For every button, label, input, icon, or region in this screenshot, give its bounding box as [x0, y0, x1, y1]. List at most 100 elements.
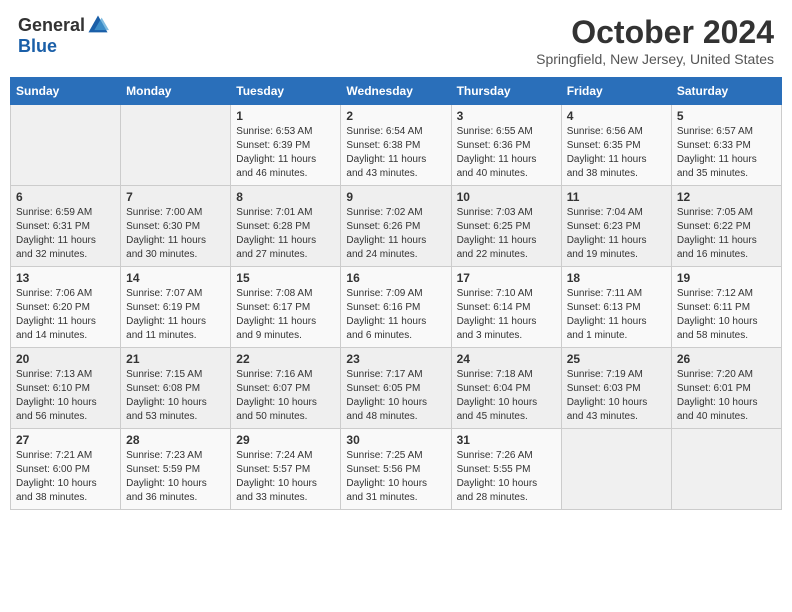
day-number: 16 — [346, 271, 445, 285]
calendar-week-row: 20Sunrise: 7:13 AM Sunset: 6:10 PM Dayli… — [11, 348, 782, 429]
day-info: Sunrise: 7:25 AM Sunset: 5:56 PM Dayligh… — [346, 449, 445, 505]
day-info: Sunrise: 7:09 AM Sunset: 6:16 PM Dayligh… — [346, 287, 445, 343]
day-number: 24 — [457, 352, 556, 366]
day-number: 14 — [126, 271, 225, 285]
calendar-week-row: 13 Sunrise: 7:06 AM Sunset: 6:20 PM Dayli… — [11, 267, 782, 348]
day-info: Sunrise: 7:08 AM Sunset: 6:17 PM Dayligh… — [236, 287, 335, 343]
day-info: Sunrise: 6:54 AM Sunset: 6:38 PM Dayligh… — [346, 125, 445, 181]
day-header-friday: Friday — [561, 78, 671, 105]
day-header-saturday: Saturday — [671, 78, 781, 105]
day-number: 1 — [236, 109, 335, 123]
calendar-cell — [121, 105, 231, 186]
calendar-cell: 31 Sunrise: 7:26 AM Sunset: 5:55 PM Dayli… — [451, 429, 561, 510]
day-number: 28 — [126, 433, 225, 447]
calendar-cell: 18 Sunrise: 7:11 AM Sunset: 6:13 PM Dayli… — [561, 267, 671, 348]
calendar-cell: 12 Sunrise: 7:05 AM Sunset: 6:22 PM Dayli… — [671, 186, 781, 267]
day-number: 23 — [346, 352, 445, 366]
day-info: Sunrise: 7:06 AM Sunset: 6:20 PM Dayligh… — [16, 287, 115, 343]
day-number: 4 — [567, 109, 666, 123]
day-info: Sunrise: 6:57 AM Sunset: 6:33 PM Dayligh… — [677, 125, 776, 181]
day-header-thursday: Thursday — [451, 78, 561, 105]
day-info: Sunrise: 7:24 AM Sunset: 5:57 PM Dayligh… — [236, 449, 335, 505]
day-number: 20 — [16, 352, 115, 366]
calendar-cell: 9Sunrise: 7:02 AM Sunset: 6:26 PM Daylig… — [341, 186, 451, 267]
day-number: 29 — [236, 433, 335, 447]
calendar-cell: 27 Sunrise: 7:21 AM Sunset: 6:00 PM Dayli… — [11, 429, 121, 510]
calendar-cell: 20Sunrise: 7:13 AM Sunset: 6:10 PM Dayli… — [11, 348, 121, 429]
title-section: October 2024 Springfield, New Jersey, Un… — [536, 14, 774, 67]
day-number: 11 — [567, 190, 666, 204]
logo-general-text: General — [18, 15, 85, 36]
calendar-cell: 1 Sunrise: 6:53 AM Sunset: 6:39 PM Daylig… — [231, 105, 341, 186]
calendar-cell: 6 Sunrise: 6:59 AM Sunset: 6:31 PM Daylig… — [11, 186, 121, 267]
day-number: 18 — [567, 271, 666, 285]
day-info: Sunrise: 7:01 AM Sunset: 6:28 PM Dayligh… — [236, 206, 335, 262]
day-number: 8 — [236, 190, 335, 204]
day-info: Sunrise: 7:10 AM Sunset: 6:14 PM Dayligh… — [457, 287, 556, 343]
calendar-cell: 11 Sunrise: 7:04 AM Sunset: 6:23 PM Dayli… — [561, 186, 671, 267]
day-header-monday: Monday — [121, 78, 231, 105]
month-title: October 2024 — [536, 14, 774, 51]
day-number: 6 — [16, 190, 115, 204]
calendar-cell: 16 Sunrise: 7:09 AM Sunset: 6:16 PM Dayli… — [341, 267, 451, 348]
calendar-cell: 4Sunrise: 6:56 AM Sunset: 6:35 PM Daylig… — [561, 105, 671, 186]
day-number: 27 — [16, 433, 115, 447]
calendar-cell: 24 Sunrise: 7:18 AM Sunset: 6:04 PM Dayli… — [451, 348, 561, 429]
day-info: Sunrise: 7:11 AM Sunset: 6:13 PM Dayligh… — [567, 287, 666, 343]
day-info: Sunrise: 7:16 AM Sunset: 6:07 PM Dayligh… — [236, 368, 335, 424]
calendar-cell: 13 Sunrise: 7:06 AM Sunset: 6:20 PM Dayli… — [11, 267, 121, 348]
day-number: 17 — [457, 271, 556, 285]
day-header-sunday: Sunday — [11, 78, 121, 105]
calendar-cell — [561, 429, 671, 510]
day-info: Sunrise: 7:19 AM Sunset: 6:03 PM Dayligh… — [567, 368, 666, 424]
day-number: 13 — [16, 271, 115, 285]
calendar-table: SundayMondayTuesdayWednesdayThursdayFrid… — [10, 77, 782, 510]
day-info: Sunrise: 7:05 AM Sunset: 6:22 PM Dayligh… — [677, 206, 776, 262]
day-info: Sunrise: 7:04 AM Sunset: 6:23 PM Dayligh… — [567, 206, 666, 262]
day-info: Sunrise: 6:53 AM Sunset: 6:39 PM Dayligh… — [236, 125, 335, 181]
calendar-cell: 25 Sunrise: 7:19 AM Sunset: 6:03 PM Dayli… — [561, 348, 671, 429]
calendar-cell: 10Sunrise: 7:03 AM Sunset: 6:25 PM Dayli… — [451, 186, 561, 267]
day-info: Sunrise: 7:00 AM Sunset: 6:30 PM Dayligh… — [126, 206, 225, 262]
day-number: 5 — [677, 109, 776, 123]
calendar-cell: 21Sunrise: 7:15 AM Sunset: 6:08 PM Dayli… — [121, 348, 231, 429]
day-info: Sunrise: 7:21 AM Sunset: 6:00 PM Dayligh… — [16, 449, 115, 505]
calendar-cell — [671, 429, 781, 510]
calendar-header-row: SundayMondayTuesdayWednesdayThursdayFrid… — [11, 78, 782, 105]
day-info: Sunrise: 7:18 AM Sunset: 6:04 PM Dayligh… — [457, 368, 556, 424]
day-info: Sunrise: 7:02 AM Sunset: 6:26 PM Dayligh… — [346, 206, 445, 262]
calendar-cell: 30Sunrise: 7:25 AM Sunset: 5:56 PM Dayli… — [341, 429, 451, 510]
day-info: Sunrise: 6:59 AM Sunset: 6:31 PM Dayligh… — [16, 206, 115, 262]
day-number: 22 — [236, 352, 335, 366]
day-number: 3 — [457, 109, 556, 123]
logo-blue-text: Blue — [18, 36, 57, 57]
day-info: Sunrise: 7:07 AM Sunset: 6:19 PM Dayligh… — [126, 287, 225, 343]
calendar-cell: 29 Sunrise: 7:24 AM Sunset: 5:57 PM Dayli… — [231, 429, 341, 510]
day-info: Sunrise: 7:26 AM Sunset: 5:55 PM Dayligh… — [457, 449, 556, 505]
calendar-cell: 17 Sunrise: 7:10 AM Sunset: 6:14 PM Dayli… — [451, 267, 561, 348]
day-header-wednesday: Wednesday — [341, 78, 451, 105]
calendar-cell: 7 Sunrise: 7:00 AM Sunset: 6:30 PM Daylig… — [121, 186, 231, 267]
day-info: Sunrise: 7:20 AM Sunset: 6:01 PM Dayligh… — [677, 368, 776, 424]
day-info: Sunrise: 7:17 AM Sunset: 6:05 PM Dayligh… — [346, 368, 445, 424]
logo: General Blue — [18, 14, 109, 57]
calendar-week-row: 1 Sunrise: 6:53 AM Sunset: 6:39 PM Daylig… — [11, 105, 782, 186]
day-number: 7 — [126, 190, 225, 204]
page-header: General Blue October 2024 Springfield, N… — [10, 10, 782, 71]
calendar-cell: 26 Sunrise: 7:20 AM Sunset: 6:01 PM Dayli… — [671, 348, 781, 429]
day-number: 31 — [457, 433, 556, 447]
calendar-cell: 3 Sunrise: 6:55 AM Sunset: 6:36 PM Daylig… — [451, 105, 561, 186]
day-header-tuesday: Tuesday — [231, 78, 341, 105]
location-text: Springfield, New Jersey, United States — [536, 51, 774, 67]
calendar-cell: 15Sunrise: 7:08 AM Sunset: 6:17 PM Dayli… — [231, 267, 341, 348]
day-number: 26 — [677, 352, 776, 366]
calendar-cell: 28 Sunrise: 7:23 AM Sunset: 5:59 PM Dayli… — [121, 429, 231, 510]
day-info: Sunrise: 7:23 AM Sunset: 5:59 PM Dayligh… — [126, 449, 225, 505]
day-number: 25 — [567, 352, 666, 366]
day-number: 21 — [126, 352, 225, 366]
day-number: 12 — [677, 190, 776, 204]
day-number: 10 — [457, 190, 556, 204]
day-info: Sunrise: 6:55 AM Sunset: 6:36 PM Dayligh… — [457, 125, 556, 181]
calendar-cell: 19Sunrise: 7:12 AM Sunset: 6:11 PM Dayli… — [671, 267, 781, 348]
calendar-cell: 14 Sunrise: 7:07 AM Sunset: 6:19 PM Dayli… — [121, 267, 231, 348]
